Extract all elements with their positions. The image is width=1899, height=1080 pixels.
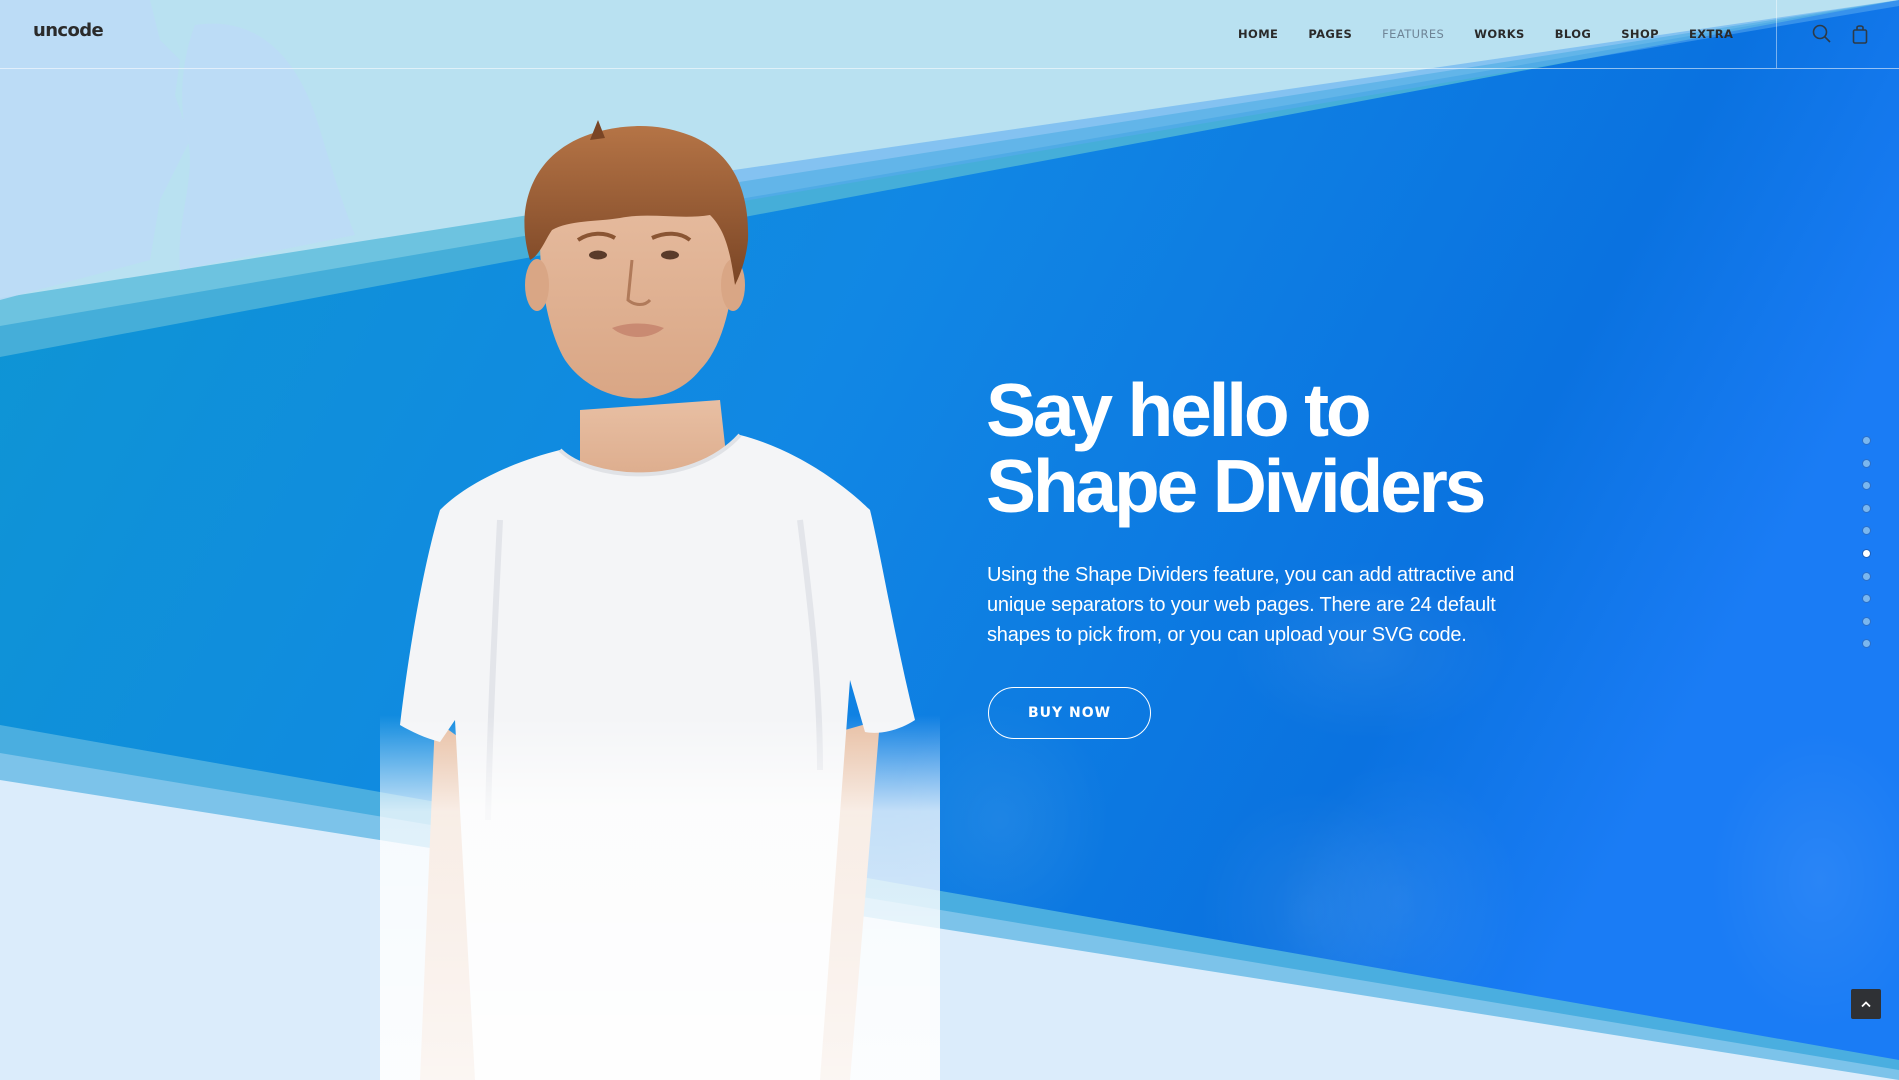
section-dot-6[interactable] (1861, 548, 1871, 558)
nav-item-pages[interactable]: PAGES (1308, 27, 1352, 41)
buy-now-button[interactable]: BUY NOW (988, 687, 1151, 739)
hero-description: Using the Shape Dividers feature, you ca… (987, 564, 1515, 646)
hero-title-line-1: Say hello to (986, 368, 1372, 452)
section-dot-10[interactable] (1861, 639, 1871, 649)
search-icon (1812, 24, 1831, 43)
background-shape-dividers (0, 0, 1899, 1080)
nav-item-shop[interactable]: SHOP (1621, 27, 1659, 41)
header-divider (1776, 0, 1777, 68)
section-dot-8[interactable] (1861, 594, 1871, 604)
section-dot-3[interactable] (1861, 481, 1871, 491)
nav-item-works[interactable]: WORKS (1474, 27, 1525, 41)
back-to-top-button[interactable] (1851, 989, 1881, 1019)
section-dot-7[interactable] (1861, 571, 1871, 581)
model-photo (380, 120, 940, 1080)
nav-item-features[interactable]: FEATURES (1382, 27, 1444, 41)
hero-title: Say hello to Shape Dividers (986, 372, 1546, 524)
cart-button[interactable] (1848, 22, 1872, 46)
shopping-bag-icon (1852, 25, 1868, 44)
main-nav: HOME PAGES FEATURES WORKS BLOG SHOP EXTR… (1238, 0, 1763, 68)
section-dot-1[interactable] (1861, 436, 1871, 445)
photo-fade (380, 120, 940, 1080)
chevron-up-icon (1861, 1001, 1871, 1008)
section-dot-9[interactable] (1861, 616, 1871, 626)
hero-title-line-2: Shape Dividers (986, 444, 1486, 528)
hero-section: uncode HOME PAGES FEATURES WORKS BLOG SH… (0, 0, 1899, 1080)
nav-item-extra[interactable]: EXTRA (1689, 27, 1733, 41)
section-dot-4[interactable] (1861, 503, 1871, 513)
section-dot-nav (1860, 436, 1872, 662)
site-header: uncode HOME PAGES FEATURES WORKS BLOG SH… (0, 0, 1899, 69)
section-dot-2[interactable] (1861, 458, 1871, 468)
search-button[interactable] (1810, 22, 1834, 46)
person-illustration (380, 120, 940, 1080)
nav-item-home[interactable]: HOME (1238, 27, 1278, 41)
site-logo[interactable]: uncode (33, 20, 104, 41)
section-dot-5[interactable] (1861, 526, 1871, 536)
nav-item-blog[interactable]: BLOG (1555, 27, 1592, 41)
